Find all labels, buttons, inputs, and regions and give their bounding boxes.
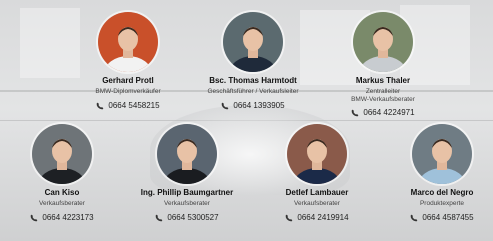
person-role: Geschäftsführer / Verkaufsleiter (207, 88, 299, 95)
person-name: Detlef Lambauer (285, 188, 349, 197)
avatar (223, 12, 283, 72)
team-contact-board: Gerhard Protl BMW-Diplomverkäufer 0664 5… (0, 0, 493, 241)
phone-number: 0664 4223173 (42, 213, 94, 222)
person-portrait-icon (412, 124, 472, 184)
phone-icon (30, 214, 38, 222)
person-portrait-icon (353, 12, 413, 72)
person-card: Can Kiso Verkaufsberater 0664 4223173 (12, 124, 112, 227)
avatar (98, 12, 158, 72)
person-name: Gerhard Protl (102, 76, 154, 85)
person-portrait-icon (287, 124, 347, 184)
person-role: Verkaufsberater (164, 200, 210, 207)
phone-number: 0664 4224971 (363, 108, 415, 117)
phone-icon (410, 214, 418, 222)
person-portrait-icon (157, 124, 217, 184)
person-card: Marco del Negro Produktexperte 0664 4587… (392, 124, 492, 227)
phone-number: 0664 1393905 (233, 101, 285, 110)
person-card: Detlef Lambauer Verkaufsberater 0664 241… (262, 124, 372, 227)
phone-link[interactable]: 0664 5300527 (155, 213, 219, 223)
phone-number: 0664 2419914 (297, 213, 349, 222)
phone-number: 0664 4587455 (422, 213, 474, 222)
person-name: Markus Thaler (355, 76, 411, 85)
phone-number: 0664 5458215 (108, 101, 160, 110)
phone-icon (285, 214, 293, 222)
person-role: BMW-Verkaufsberater (351, 96, 415, 103)
background-window (20, 8, 80, 78)
avatar (157, 124, 217, 184)
person-name: Bsc. Thomas Harmtodt (209, 76, 297, 85)
phone-link[interactable]: 0664 1393905 (221, 101, 285, 111)
person-card: Gerhard Protl BMW-Diplomverkäufer 0664 5… (78, 12, 178, 115)
phone-icon (221, 102, 229, 110)
phone-icon (155, 214, 163, 222)
person-role: Zentralleiter (365, 88, 401, 95)
person-card: Markus Thaler Zentralleiter BMW-Verkaufs… (333, 12, 433, 122)
person-portrait-icon (223, 12, 283, 72)
person-role: Verkaufsberater (294, 200, 340, 207)
person-role: Produktexperte (419, 200, 465, 207)
phone-link[interactable]: 0664 5458215 (96, 101, 160, 111)
phone-number: 0664 5300527 (167, 213, 219, 222)
person-card: Bsc. Thomas Harmtodt Geschäftsführer / V… (188, 12, 318, 115)
avatar (353, 12, 413, 72)
person-role: BMW-Diplomverkäufer (95, 88, 161, 95)
person-portrait-icon (32, 124, 92, 184)
person-card: Ing. Phillip Baumgartner Verkaufsberater… (132, 124, 242, 227)
avatar (412, 124, 472, 184)
person-name: Can Kiso (44, 188, 80, 197)
phone-link[interactable]: 0664 4587455 (410, 213, 474, 223)
phone-link[interactable]: 0664 4224971 (351, 108, 415, 118)
phone-icon (96, 102, 104, 110)
person-name: Ing. Phillip Baumgartner (140, 188, 234, 197)
avatar (32, 124, 92, 184)
person-role: Verkaufsberater (39, 200, 85, 207)
person-portrait-icon (98, 12, 158, 72)
phone-link[interactable]: 0664 2419914 (285, 213, 349, 223)
avatar (287, 124, 347, 184)
phone-link[interactable]: 0664 4223173 (30, 213, 94, 223)
phone-icon (351, 109, 359, 117)
person-name: Marco del Negro (410, 188, 474, 197)
